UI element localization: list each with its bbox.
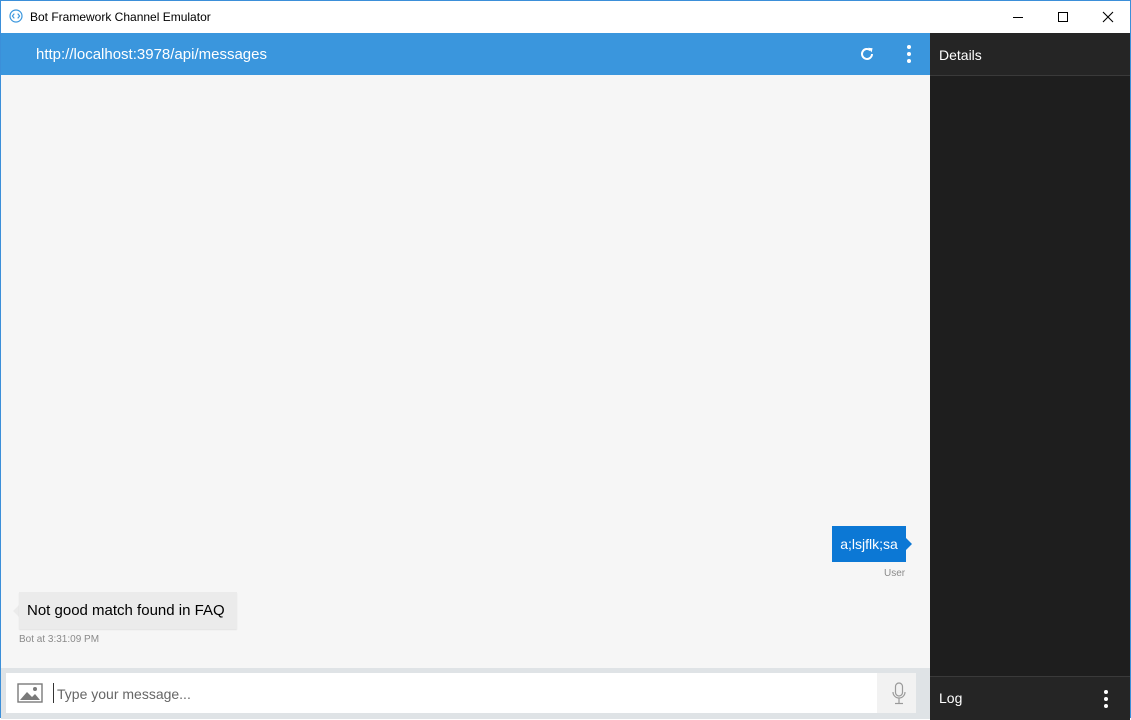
minimize-button[interactable] bbox=[995, 1, 1041, 33]
details-header: Details bbox=[930, 33, 1130, 76]
details-title: Details bbox=[939, 47, 982, 63]
user-message-tail bbox=[906, 538, 912, 550]
maximize-button[interactable] bbox=[1040, 1, 1086, 33]
close-button[interactable] bbox=[1085, 1, 1131, 33]
title-bar: Bot Framework Channel Emulator bbox=[1, 1, 1130, 33]
log-panel-header: Log bbox=[930, 676, 1130, 720]
bot-message[interactable]: Not good match found in FAQ bbox=[19, 592, 237, 629]
minimize-icon bbox=[1013, 17, 1023, 18]
more-vertical-icon[interactable] bbox=[1100, 688, 1112, 710]
more-vertical-icon[interactable] bbox=[901, 43, 917, 65]
maximize-icon bbox=[1058, 12, 1068, 22]
log-title: Log bbox=[939, 690, 963, 706]
microphone-icon[interactable] bbox=[891, 682, 907, 706]
message-composer bbox=[1, 668, 930, 719]
image-icon[interactable] bbox=[17, 683, 43, 703]
user-message-meta: User bbox=[884, 568, 906, 579]
message-input[interactable] bbox=[55, 681, 829, 707]
text-cursor bbox=[53, 683, 54, 703]
close-icon bbox=[1102, 11, 1114, 23]
user-message[interactable]: a;lsjflk;sa bbox=[832, 526, 906, 562]
chat-history[interactable]: a;lsjflk;sa User Not good match found in… bbox=[1, 75, 930, 668]
app-icon bbox=[9, 9, 23, 23]
refresh-icon[interactable] bbox=[858, 45, 876, 63]
emulator-window: Bot Framework Channel Emulator http://lo… bbox=[0, 0, 1131, 720]
window-title: Bot Framework Channel Emulator bbox=[30, 10, 211, 24]
details-panel: Details Log bbox=[930, 33, 1130, 720]
address-bar: http://localhost:3978/api/messages bbox=[1, 33, 930, 75]
endpoint-url[interactable]: http://localhost:3978/api/messages bbox=[36, 46, 267, 63]
composer-box bbox=[6, 673, 916, 713]
bot-message-meta: Bot at 3:31:09 PM bbox=[19, 634, 100, 645]
